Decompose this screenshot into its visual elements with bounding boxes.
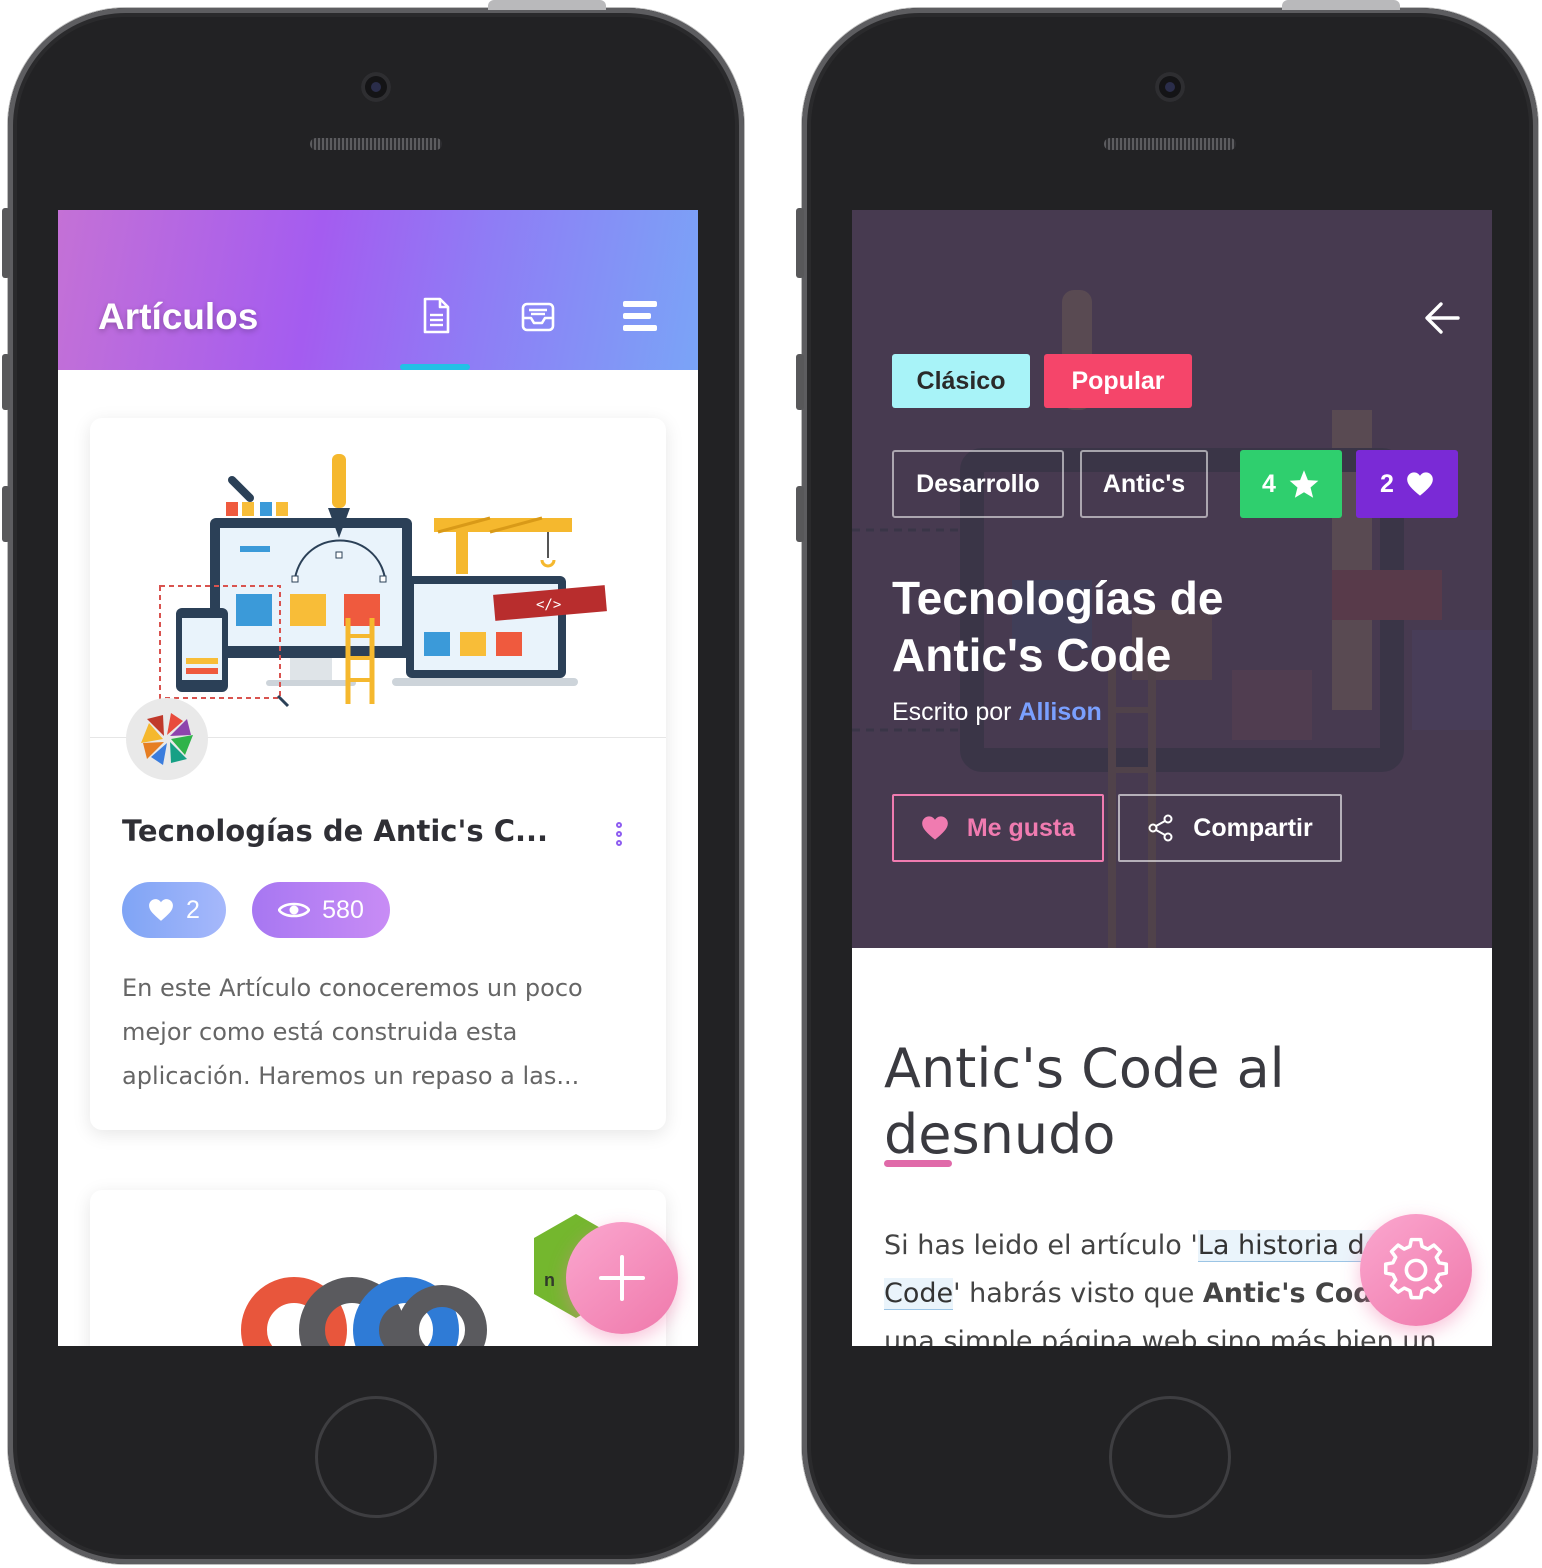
kebab-dot-icon (616, 831, 622, 837)
earpiece-speaker (1104, 138, 1236, 150)
power-button (488, 0, 606, 10)
likes-badge: 2 (1356, 450, 1458, 518)
like-button[interactable]: Me gusta (892, 794, 1104, 862)
article-link[interactable]: Code (884, 1278, 954, 1310)
heart-icon (149, 899, 173, 921)
category-antics[interactable]: Antic's (1080, 450, 1208, 518)
app-header: Artículos (58, 210, 698, 370)
kebab-dot-icon (616, 822, 622, 828)
tag-clasico[interactable]: Clásico (892, 354, 1030, 408)
tag-popular[interactable]: Popular (1044, 354, 1192, 408)
category-desarrollo[interactable]: Desarrollo (892, 450, 1064, 518)
heart-icon (921, 816, 948, 840)
heart-icon (1407, 472, 1433, 496)
eye-icon (278, 902, 311, 918)
likes-pill[interactable]: 2 (122, 882, 226, 938)
star-icon (1289, 470, 1319, 498)
likes-value: 2 (1380, 469, 1394, 498)
author-link[interactable]: Allison (1018, 698, 1101, 726)
phone-frame-left: Artículos </> Tecnologías de Antic's C..… (2, 0, 744, 1564)
front-camera (361, 72, 391, 102)
volume-up-button (2, 354, 10, 410)
byline-prefix: Escrito por (892, 698, 1012, 726)
share-button[interactable]: Compartir (1118, 794, 1342, 862)
svg-text:n: n (544, 1270, 555, 1290)
articles-screen: Artículos </> Tecnologías de Antic's C..… (58, 210, 698, 1346)
like-button-label: Me gusta (966, 813, 1076, 842)
gear-icon (1383, 1237, 1449, 1300)
excerpt-line: aplicación. Haremos un repaso a las... (122, 1062, 580, 1090)
mute-switch (796, 208, 804, 278)
arrow-left-icon (1425, 302, 1460, 334)
menu-icon (623, 301, 657, 331)
home-button[interactable] (315, 1396, 437, 1518)
paragraph-line: una simple página web sino más bien un (884, 1326, 1437, 1346)
article-detail-screen: Clásico Popular Desarrollo Antic's 4 2 T… (852, 210, 1492, 1346)
paragraph-text: ' habrás visto que (953, 1278, 1203, 1309)
mute-switch (2, 208, 10, 278)
share-icon (1148, 814, 1173, 842)
likes-count: 2 (186, 895, 200, 924)
paragraph-text: Si has leido el artículo ' (884, 1230, 1198, 1261)
volume-down-button (2, 486, 10, 542)
home-button[interactable] (1109, 1396, 1231, 1518)
article-title: Tecnologías de Antic's Code (892, 570, 1432, 684)
views-count: 580 (322, 895, 364, 924)
heading-line: desnudo (884, 1103, 1116, 1166)
heading-line: Antic's Code al (884, 1037, 1285, 1100)
volume-up-button (796, 354, 804, 410)
author-avatar[interactable] (126, 698, 208, 780)
plus-icon (599, 1255, 645, 1301)
kebab-dot-icon (616, 840, 622, 846)
settings-button[interactable] (1360, 1214, 1472, 1326)
add-article-button[interactable] (566, 1222, 678, 1334)
article-title[interactable]: Tecnologías de Antic's C... (122, 814, 572, 848)
share-button-label: Compartir (1193, 813, 1313, 842)
tab-articles[interactable] (416, 296, 456, 336)
document-icon (423, 297, 450, 334)
article-excerpt: En este Artículo conoceremos un poco mej… (122, 966, 642, 1098)
article-card[interactable]: </> Tecnologías de Antic's C... 2 580 En… (90, 418, 666, 1130)
active-tab-indicator (400, 364, 470, 370)
more-options-button[interactable] (616, 822, 626, 856)
article-illustration: </> (90, 454, 666, 738)
back-button[interactable] (1422, 298, 1462, 338)
rating-value: 4 (1262, 469, 1276, 498)
earpiece-speaker (310, 138, 442, 150)
article-hero: Clásico Popular Desarrollo Antic's 4 2 T… (852, 210, 1492, 948)
section-heading: Antic's Code al desnudo (884, 1036, 1444, 1168)
byline: Escrito por Allison (892, 698, 1102, 727)
heading-underline (884, 1160, 952, 1167)
rating-badge: 4 (1240, 450, 1342, 518)
tab-inbox[interactable] (518, 296, 558, 336)
tab-menu[interactable] (620, 296, 660, 336)
page-title: Artículos (98, 296, 259, 337)
views-pill: 580 (252, 882, 390, 938)
phone-frame-right: Clásico Popular Desarrollo Antic's 4 2 T… (796, 0, 1538, 1564)
excerpt-line: mejor como está construida esta (122, 1018, 518, 1046)
volume-down-button (796, 486, 804, 542)
front-camera (1155, 72, 1185, 102)
power-button (1282, 0, 1400, 10)
inbox-icon (521, 302, 555, 332)
title-line: Antic's Code (892, 629, 1172, 681)
antics-logo-icon (141, 713, 193, 765)
excerpt-line: En este Artículo conoceremos un poco (122, 974, 583, 1002)
svg-text:</>: </> (536, 597, 561, 613)
title-line: Tecnologías de (892, 572, 1224, 624)
